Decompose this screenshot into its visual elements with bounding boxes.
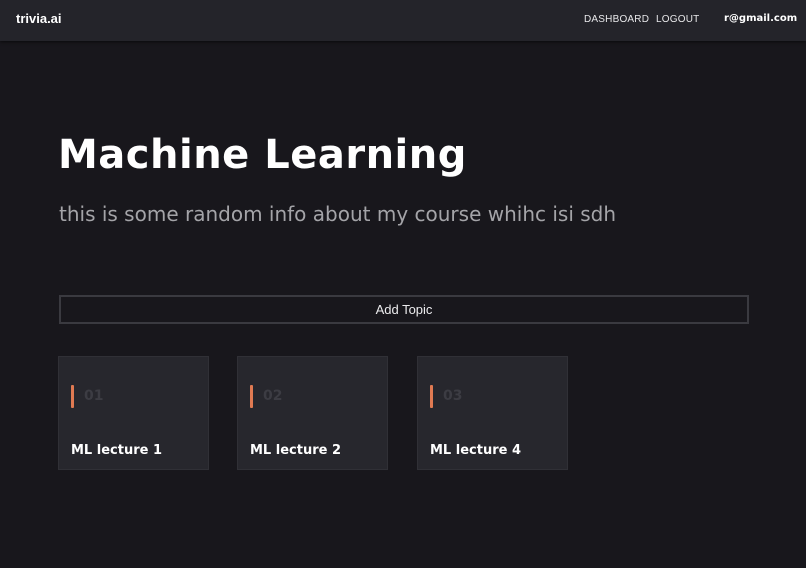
top-navbar: trivia.ai DASHBOARD LOGOUT r@gmail.com [0,0,806,41]
card-accent-bar [71,385,74,408]
user-email: r@gmail.com [724,13,798,24]
topic-name: ML lecture 4 [430,443,521,458]
topic-card[interactable]: 02 ML lecture 2 [237,356,388,470]
course-title: Machine Learning [58,132,467,178]
topic-name: ML lecture 1 [71,443,162,458]
topic-card[interactable]: 01 ML lecture 1 [58,356,209,470]
nav-dashboard-link[interactable]: DASHBOARD [584,14,649,25]
topic-number: 03 [443,388,463,404]
topic-number: 02 [263,388,283,404]
course-description: this is some random info about my course… [59,202,617,226]
topic-card[interactable]: 03 ML lecture 4 [417,356,568,470]
card-accent-bar [250,385,253,408]
add-topic-label: Add Topic [375,302,433,317]
topic-number: 01 [84,388,104,404]
topic-name: ML lecture 2 [250,443,341,458]
nav-logout-link[interactable]: LOGOUT [656,14,699,25]
brand-logo[interactable]: trivia.ai [16,11,62,26]
card-accent-bar [430,385,433,408]
add-topic-button[interactable]: Add Topic [59,295,749,324]
